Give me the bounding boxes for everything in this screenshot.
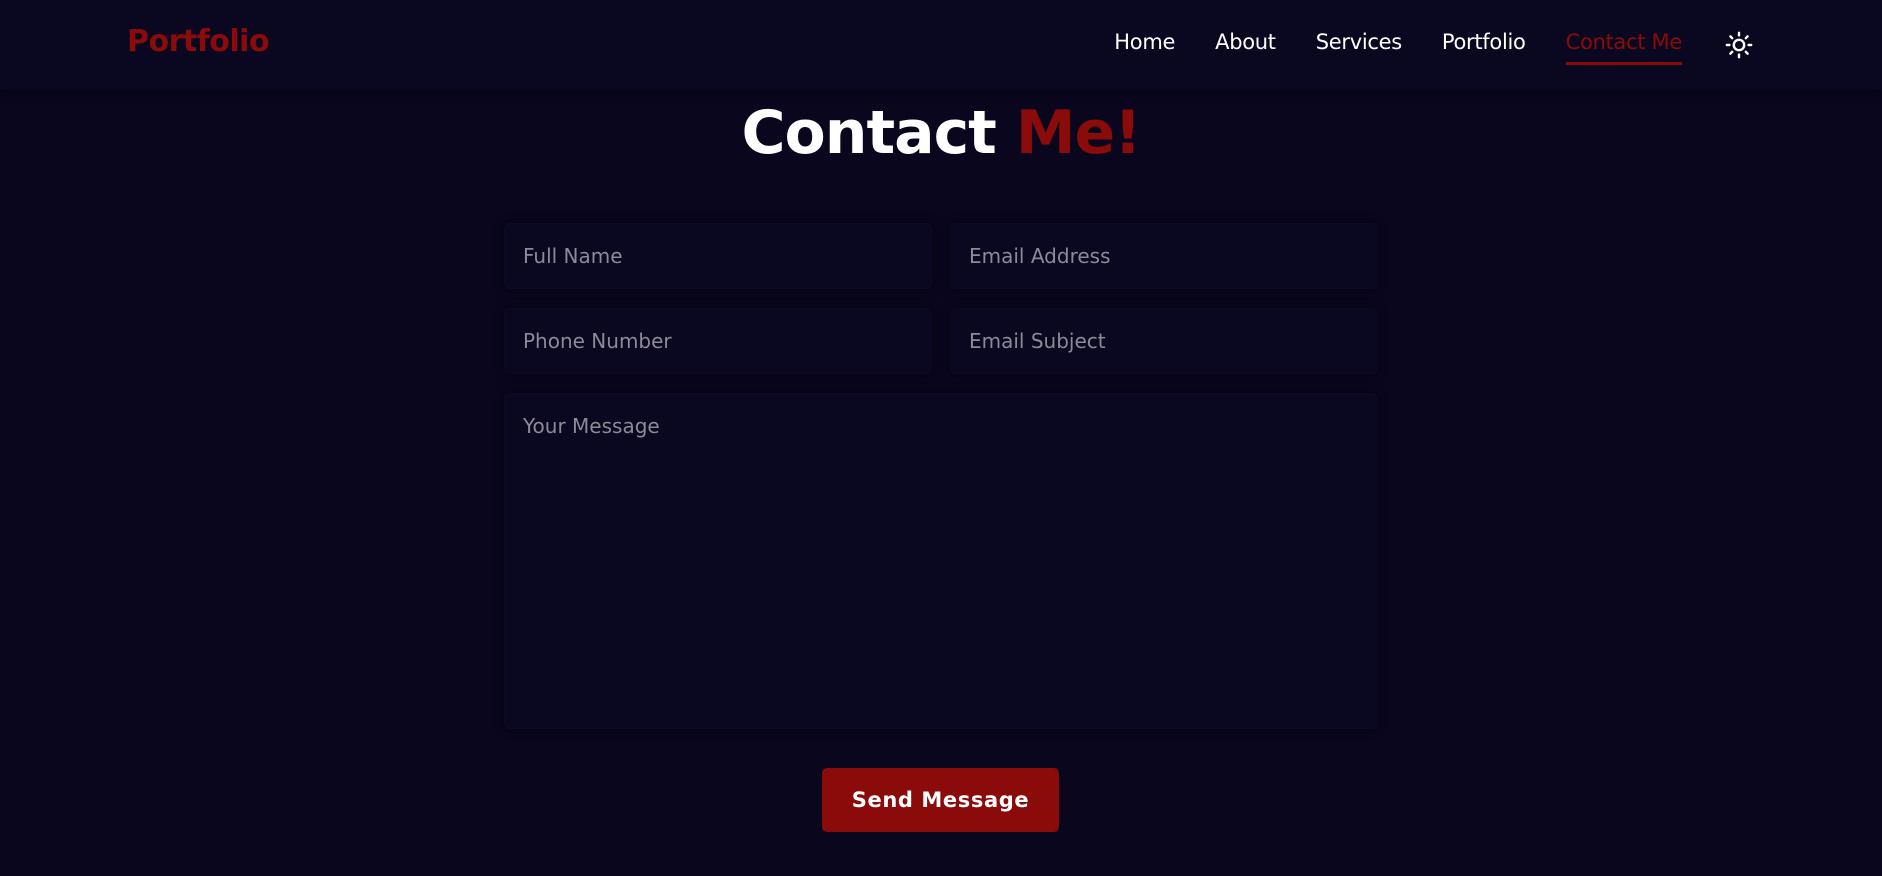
nav-link-about[interactable]: About (1215, 30, 1276, 62)
phone-number-input[interactable] (504, 308, 932, 374)
full-name-input[interactable] (504, 223, 932, 289)
nav-link-contact-me[interactable]: Contact Me (1565, 30, 1682, 65)
navbar: Portfolio Home About Services Portfolio … (0, 0, 1882, 90)
nav-link-home[interactable]: Home (1114, 30, 1175, 62)
logo[interactable]: Portfolio (127, 24, 270, 59)
email-address-input[interactable] (950, 223, 1378, 289)
nav-links: Home About Services Portfolio Contact Me (1114, 30, 1682, 65)
title-part-me: Me! (1015, 98, 1142, 168)
email-subject-input[interactable] (950, 308, 1378, 374)
title-part-contact: Contact (741, 98, 996, 168)
message-textarea[interactable] (504, 393, 1378, 729)
sun-icon[interactable] (1725, 31, 1753, 59)
send-message-button[interactable]: Send Message (822, 768, 1059, 832)
page-title: Contact Me! (0, 95, 1882, 171)
nav-link-services[interactable]: Services (1316, 30, 1402, 62)
nav-link-portfolio[interactable]: Portfolio (1442, 30, 1526, 62)
